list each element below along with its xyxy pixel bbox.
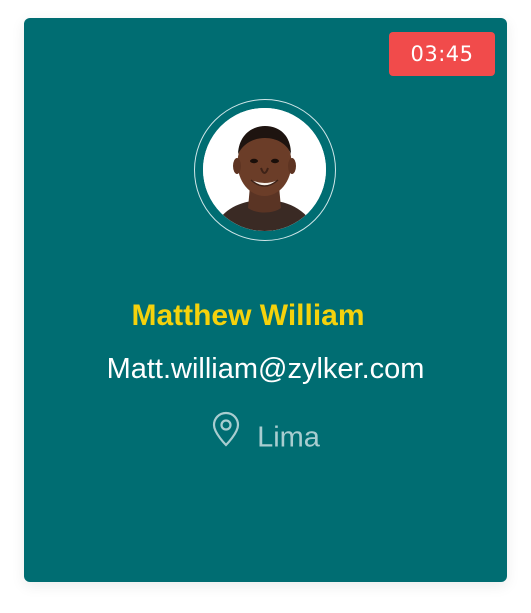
avatar[interactable] xyxy=(203,108,326,231)
contact-name: Matthew William xyxy=(131,299,365,332)
location-pin-icon xyxy=(211,411,241,458)
contact-card: 03:45 Matthew William Matt.william@zylke… xyxy=(24,18,507,582)
location-city: Lima xyxy=(257,421,320,454)
avatar-ring xyxy=(194,99,336,241)
timer-badge: 03:45 xyxy=(389,32,495,76)
contact-location: Lima xyxy=(24,411,507,461)
contact-email[interactable]: Matt.william@zylker.com xyxy=(24,349,507,389)
avatar-photo xyxy=(203,108,326,231)
